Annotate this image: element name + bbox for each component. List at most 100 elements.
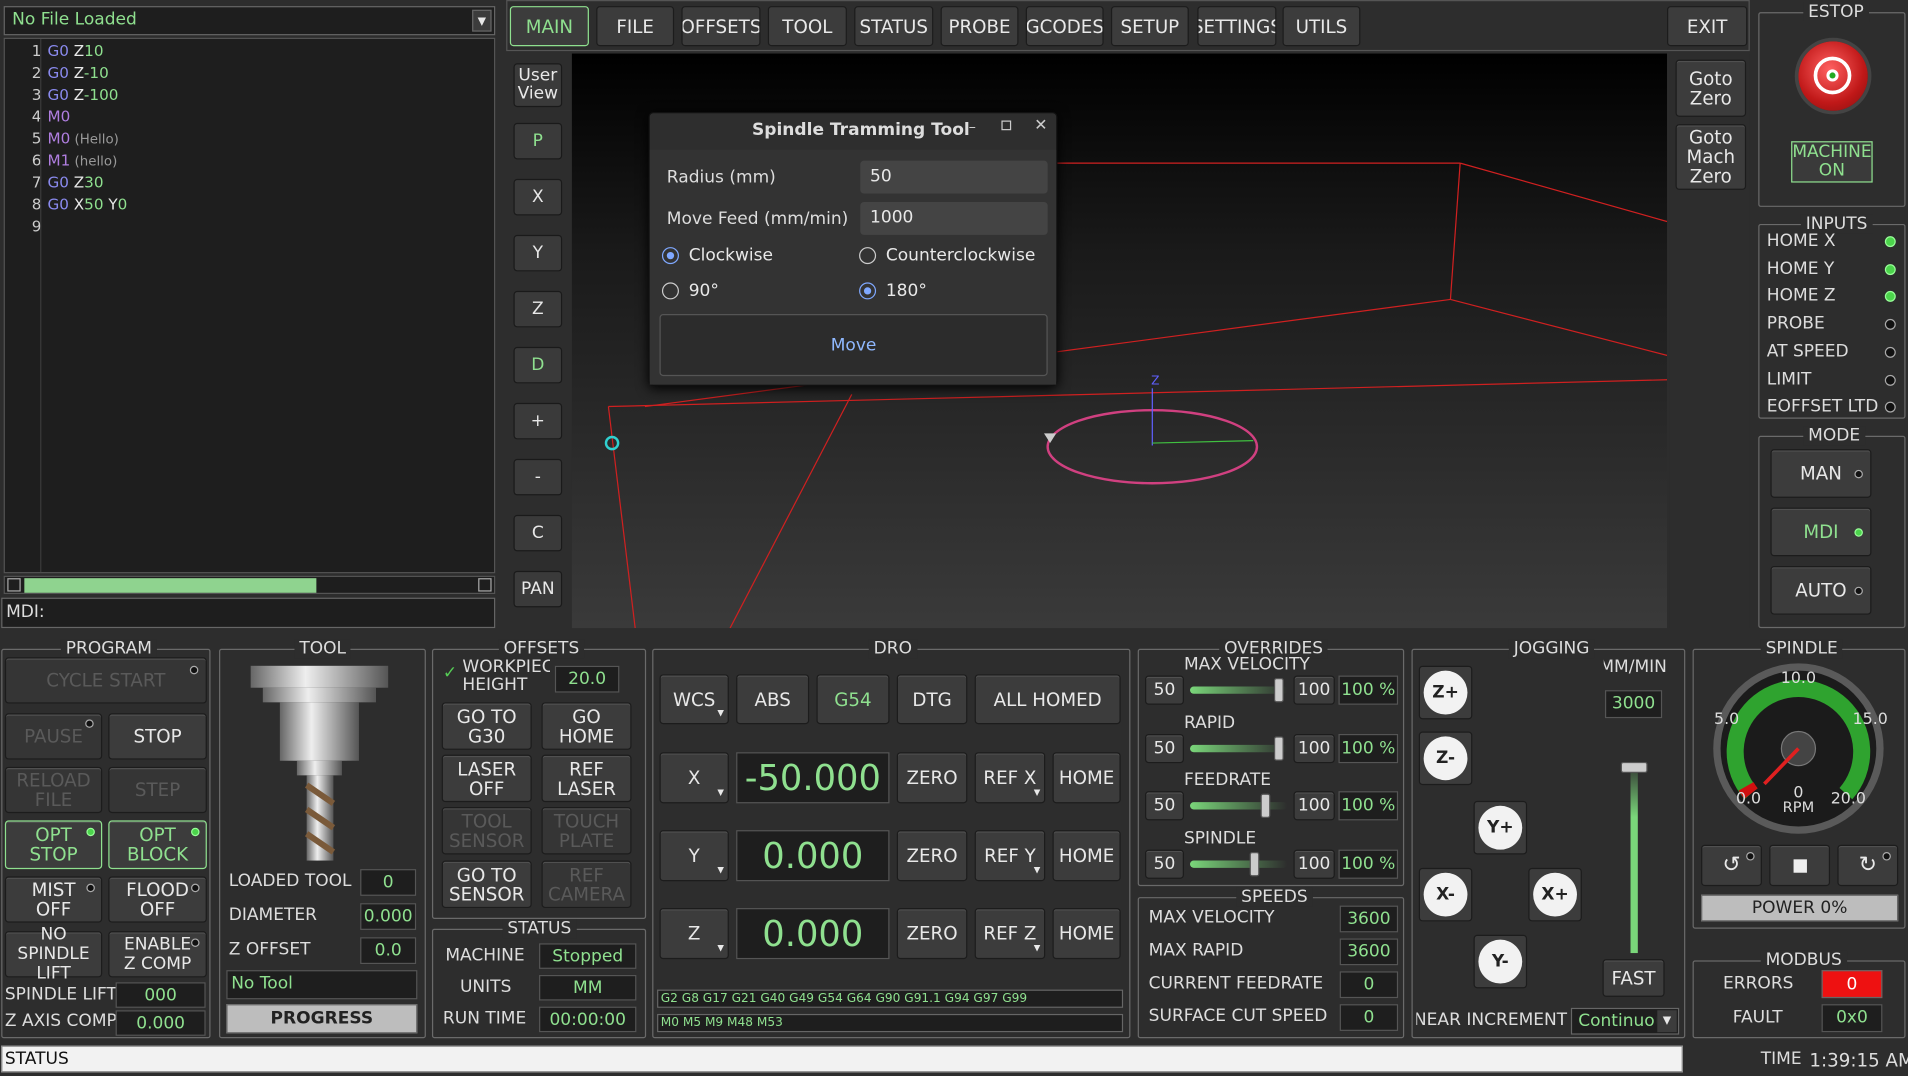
pause-button[interactable]: PAUSE: [4, 713, 103, 760]
view-x-button[interactable]: X: [513, 178, 563, 216]
scroll-thumb[interactable]: [24, 578, 317, 593]
counterclockwise-radio[interactable]: Counterclockwise: [859, 246, 1035, 265]
spindle-cw-button[interactable]: ↻: [1837, 844, 1899, 887]
view-y-button[interactable]: Y: [513, 234, 563, 272]
user-view-button[interactable]: User View: [513, 63, 563, 108]
laser-off-button[interactable]: LASER OFF: [441, 754, 532, 803]
goto-mach-zero-button[interactable]: Goto Mach Zero: [1675, 124, 1747, 190]
tab-settings[interactable]: SETTINGS: [1197, 6, 1277, 47]
zero-x-button[interactable]: ZERO: [896, 752, 968, 804]
view-p-button[interactable]: P: [513, 122, 563, 160]
radius-input[interactable]: 50: [860, 160, 1048, 194]
override-min-button[interactable]: 50: [1145, 733, 1184, 763]
zero-y-button[interactable]: ZERO: [896, 830, 968, 882]
cycle-start-button[interactable]: CYCLE START: [4, 657, 207, 704]
opt-block-button[interactable]: OPT BLOCK: [108, 820, 207, 870]
tab-main[interactable]: MAIN: [509, 6, 589, 47]
mist-button[interactable]: MIST OFF: [4, 876, 103, 923]
override-min-button[interactable]: 50: [1145, 675, 1184, 705]
machine-on-button[interactable]: MACHINE ON: [1791, 141, 1873, 183]
goto-zero-button[interactable]: Goto Zero: [1675, 59, 1747, 117]
override-slider-handle[interactable]: [1260, 793, 1271, 818]
file-selector[interactable]: No File Loaded ▼: [3, 6, 496, 36]
clockwise-radio[interactable]: Clockwise: [661, 246, 773, 265]
spindle-stop-button[interactable]: [1769, 844, 1831, 887]
ref-x-button[interactable]: REF X ▼: [974, 752, 1046, 804]
ref-z-button[interactable]: REF Z ▼: [974, 908, 1046, 960]
scroll-left-icon[interactable]: [7, 578, 21, 592]
spindle-lift-value[interactable]: 000: [115, 982, 206, 1008]
ref-laser-button[interactable]: REF LASER: [541, 754, 632, 803]
abs-button[interactable]: ABS: [736, 674, 810, 725]
override-max-button[interactable]: 100: [1293, 675, 1335, 705]
reload-file-button[interactable]: RELOAD FILE: [4, 766, 103, 814]
tab-utils[interactable]: UTILS: [1282, 6, 1361, 47]
clear-button[interactable]: C: [513, 514, 563, 552]
jog-xminus-button[interactable]: X-: [1418, 867, 1473, 922]
view-z-button[interactable]: Z: [513, 290, 563, 328]
override-min-button[interactable]: 50: [1145, 791, 1184, 821]
linear-increment-select[interactable]: Continuous ▼: [1570, 1007, 1680, 1035]
stop-button[interactable]: STOP: [108, 713, 207, 760]
axis-y-button[interactable]: Y ▼: [659, 830, 729, 882]
goto-g30-button[interactable]: GO TO G30: [441, 702, 532, 750]
jog-xplus-button[interactable]: X+: [1528, 867, 1582, 922]
spindle-ccw-button[interactable]: ↺: [1701, 844, 1762, 887]
workpiece-value[interactable]: 20.0: [554, 665, 620, 693]
override-min-button[interactable]: 50: [1145, 848, 1184, 879]
ref-camera-button[interactable]: REF CAMERA: [541, 860, 632, 909]
jog-zplus-button[interactable]: Z+: [1418, 665, 1473, 720]
slider-handle[interactable]: [1620, 761, 1648, 773]
ref-y-button[interactable]: REF Y ▼: [974, 830, 1046, 882]
home-x-button[interactable]: HOME: [1052, 752, 1121, 804]
pan-button[interactable]: PAN: [513, 570, 563, 608]
zoom-in-button[interactable]: +: [513, 402, 563, 440]
jog-zminus-button[interactable]: Z-: [1418, 731, 1473, 786]
zaxis-comp-value[interactable]: 0.000: [115, 1010, 206, 1036]
deg180-radio[interactable]: 180°: [859, 281, 927, 301]
goto-sensor-button[interactable]: GO TO SENSOR: [441, 860, 532, 909]
tool-sensor-button[interactable]: TOOL SENSOR: [441, 807, 532, 855]
tab-offsets[interactable]: OFFSETS: [681, 6, 761, 47]
override-max-button[interactable]: 100: [1293, 733, 1335, 763]
horizontal-scrollbar[interactable]: [3, 575, 496, 594]
override-slider-handle[interactable]: [1273, 735, 1284, 761]
mdi-input[interactable]: MDI:: [1, 597, 496, 629]
enable-zcomp-button[interactable]: ENABLE Z COMP: [108, 931, 207, 978]
override-slider-handle[interactable]: [1273, 677, 1284, 703]
home-z-button[interactable]: HOME: [1052, 908, 1121, 960]
axis-z-button[interactable]: Z ▼: [659, 908, 729, 960]
touch-plate-button[interactable]: TOUCH PLATE: [541, 807, 632, 855]
override-slider[interactable]: [1190, 744, 1288, 752]
tab-status[interactable]: STATUS: [854, 6, 934, 47]
move-button[interactable]: Move: [659, 314, 1048, 377]
tab-probe[interactable]: PROBE: [940, 6, 1019, 47]
tab-gcodes[interactable]: GCODES: [1025, 6, 1104, 47]
feed-input[interactable]: 1000: [860, 202, 1048, 235]
jog-yminus-button[interactable]: Y-: [1473, 934, 1528, 989]
override-slider-handle[interactable]: [1249, 851, 1260, 876]
exit-button[interactable]: EXIT: [1667, 6, 1748, 47]
wcs-button[interactable]: WCS ▼: [659, 674, 729, 725]
jog-yplus-button[interactable]: Y+: [1473, 800, 1528, 855]
override-max-button[interactable]: 100: [1293, 848, 1335, 879]
estop-button[interactable]: [1798, 41, 1868, 111]
mdi-mode-button[interactable]: MDI: [1770, 507, 1872, 557]
jog-rate-slider[interactable]: [1620, 726, 1648, 954]
gcode-editor[interactable]: 1 G0 Z10 2 G0 Z-10 3 G0 Z-100 4 M0 5 M0 (Hello) 6 M…: [3, 37, 496, 574]
tab-setup[interactable]: SETUP: [1110, 6, 1189, 47]
all-homed-button[interactable]: ALL HOMED: [974, 674, 1121, 725]
jog-rate-value[interactable]: 3000: [1604, 690, 1663, 719]
scroll-right-icon[interactable]: [478, 578, 492, 592]
tab-file[interactable]: FILE: [596, 6, 675, 47]
maximize-icon[interactable]: [1001, 120, 1012, 131]
view-d-button[interactable]: D: [513, 346, 563, 384]
zoom-out-button[interactable]: -: [513, 458, 563, 496]
home-y-button[interactable]: HOME: [1052, 830, 1121, 882]
override-max-button[interactable]: 100: [1293, 791, 1335, 821]
override-slider[interactable]: [1190, 802, 1288, 810]
flood-button[interactable]: FLOOD OFF: [108, 876, 207, 923]
step-button[interactable]: STEP: [108, 766, 207, 814]
tab-tool[interactable]: TOOL: [767, 6, 847, 47]
override-slider[interactable]: [1190, 686, 1288, 694]
